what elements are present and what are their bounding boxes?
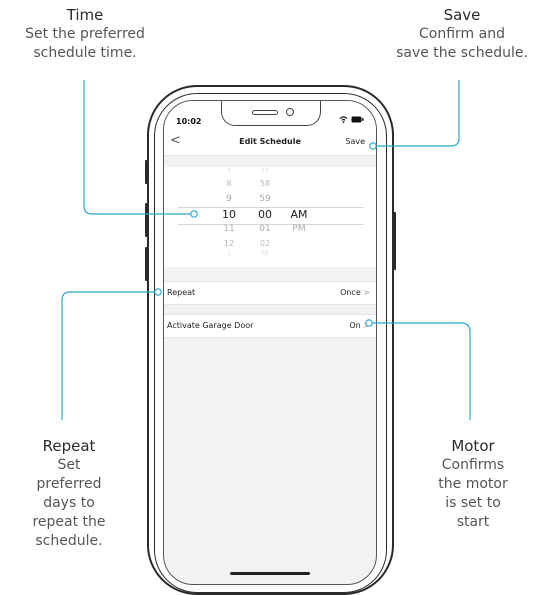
time-connector-dot <box>190 210 198 218</box>
save-connector-dot <box>369 142 377 150</box>
repeat-connector <box>61 291 156 420</box>
motor-connector <box>371 322 471 420</box>
save-connector <box>375 80 460 147</box>
callout-connectors <box>61 80 471 420</box>
motor-connector-dot <box>365 319 373 327</box>
time-connector <box>83 80 191 215</box>
repeat-connector-dot <box>154 288 162 296</box>
